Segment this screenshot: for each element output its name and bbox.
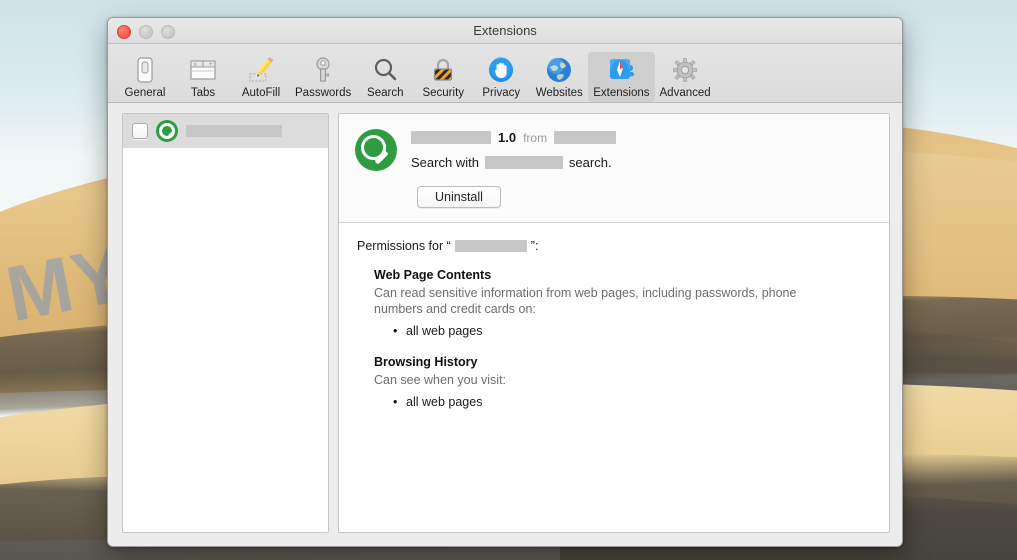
zoom-icon[interactable] bbox=[161, 25, 175, 39]
tab-advanced[interactable]: Advanced bbox=[655, 52, 716, 102]
description-prefix: Search with bbox=[411, 155, 479, 170]
permission-group-browsing-history: Browsing History Can see when you visit:… bbox=[357, 355, 871, 411]
general-switch-icon bbox=[130, 55, 160, 85]
description-suffix: search. bbox=[568, 155, 612, 170]
permission-group-description: Can see when you visit: bbox=[374, 373, 507, 387]
extension-version: 1.0 bbox=[498, 130, 517, 145]
permission-group-title: Web Page Contents bbox=[374, 268, 492, 282]
tab-general[interactable]: General bbox=[116, 52, 174, 102]
extension-header: 1.0 from Search with search. Uninstall bbox=[339, 114, 889, 223]
svg-text:+: + bbox=[209, 62, 213, 68]
extension-title-line: 1.0 from bbox=[411, 129, 873, 146]
security-lock-icon bbox=[428, 55, 458, 85]
tab-extensions-label: Extensions bbox=[593, 87, 650, 99]
websites-globe-icon bbox=[544, 55, 574, 85]
extension-publisher-redaction bbox=[554, 131, 617, 144]
tab-general-label: General bbox=[124, 87, 166, 99]
description-target-redaction bbox=[484, 156, 563, 169]
extension-detail-pane: 1.0 from Search with search. Uninstall P… bbox=[338, 113, 890, 533]
tab-tabs-label: Tabs bbox=[190, 87, 216, 99]
permission-group-description: Can read sensitive information from web … bbox=[374, 286, 797, 316]
tab-websites[interactable]: Websites bbox=[530, 52, 588, 102]
tab-search-label: Search bbox=[367, 87, 404, 99]
permissions-heading-prefix: Permissions for “ bbox=[357, 239, 451, 253]
permissions-heading: Permissions for “ ”: bbox=[357, 239, 871, 253]
extensions-list[interactable] bbox=[122, 113, 329, 533]
preferences-body: 1.0 from Search with search. Uninstall P… bbox=[108, 103, 902, 546]
screenshot-root: MYANTISPYWARE.COM Extensions General bbox=[0, 0, 1017, 560]
permission-scope-item: all web pages bbox=[393, 394, 871, 411]
tab-websites-label: Websites bbox=[535, 87, 583, 99]
tab-security-label: Security bbox=[422, 87, 465, 99]
permission-group-web-page-contents: Web Page Contents Can read sensitive inf… bbox=[357, 268, 871, 340]
minimize-icon[interactable] bbox=[139, 25, 153, 39]
permission-scope-item: all web pages bbox=[393, 323, 871, 340]
tab-extensions[interactable]: Extensions bbox=[588, 52, 655, 102]
search-magnifier-icon bbox=[370, 55, 400, 85]
tab-passwords[interactable]: Passwords bbox=[290, 52, 356, 102]
traffic-lights bbox=[117, 25, 175, 39]
from-label: from bbox=[523, 130, 548, 145]
advanced-gear-icon bbox=[670, 55, 700, 85]
tab-advanced-label: Advanced bbox=[659, 87, 711, 99]
extension-description: Search with search. bbox=[411, 155, 873, 170]
permissions-section: Permissions for “ ”: Web Page Contents C… bbox=[339, 223, 889, 532]
permissions-heading-suffix: ”: bbox=[530, 239, 539, 253]
permissions-name-redaction bbox=[454, 240, 527, 252]
extensions-puzzle-icon bbox=[606, 55, 636, 85]
permission-scope-list: all web pages bbox=[374, 323, 871, 340]
tab-tabs[interactable]: x + Tabs bbox=[174, 52, 232, 102]
tab-security[interactable]: Security bbox=[414, 52, 472, 102]
tab-passwords-label: Passwords bbox=[295, 87, 352, 99]
tab-privacy[interactable]: Privacy bbox=[472, 52, 530, 102]
tab-privacy-label: Privacy bbox=[482, 87, 521, 99]
extension-enable-checkbox[interactable] bbox=[132, 123, 148, 139]
extension-name-redaction bbox=[186, 125, 282, 137]
list-item[interactable] bbox=[123, 114, 328, 148]
autofill-pencil-icon bbox=[246, 55, 276, 85]
window-title: Extensions bbox=[473, 23, 537, 38]
uninstall-button[interactable]: Uninstall bbox=[417, 186, 501, 208]
tab-autofill-label: AutoFill bbox=[241, 87, 281, 99]
extension-magnifier-icon-large bbox=[355, 129, 397, 171]
preferences-window: Extensions General x + Tabs AutoFill Pas… bbox=[107, 17, 903, 547]
extension-name-redaction bbox=[411, 131, 491, 144]
permission-scope-list: all web pages bbox=[374, 394, 871, 411]
tabs-icon: x + bbox=[188, 55, 218, 85]
tab-search[interactable]: Search bbox=[356, 52, 414, 102]
preferences-toolbar: General x + Tabs AutoFill Passwords Sear… bbox=[108, 44, 902, 103]
window-titlebar: Extensions bbox=[108, 18, 902, 44]
close-icon[interactable] bbox=[117, 25, 131, 39]
permission-group-title: Browsing History bbox=[374, 355, 478, 369]
privacy-hand-icon bbox=[486, 55, 516, 85]
passwords-key-icon bbox=[308, 55, 338, 85]
tab-autofill[interactable]: AutoFill bbox=[232, 52, 290, 102]
extension-magnifier-icon bbox=[156, 120, 178, 142]
